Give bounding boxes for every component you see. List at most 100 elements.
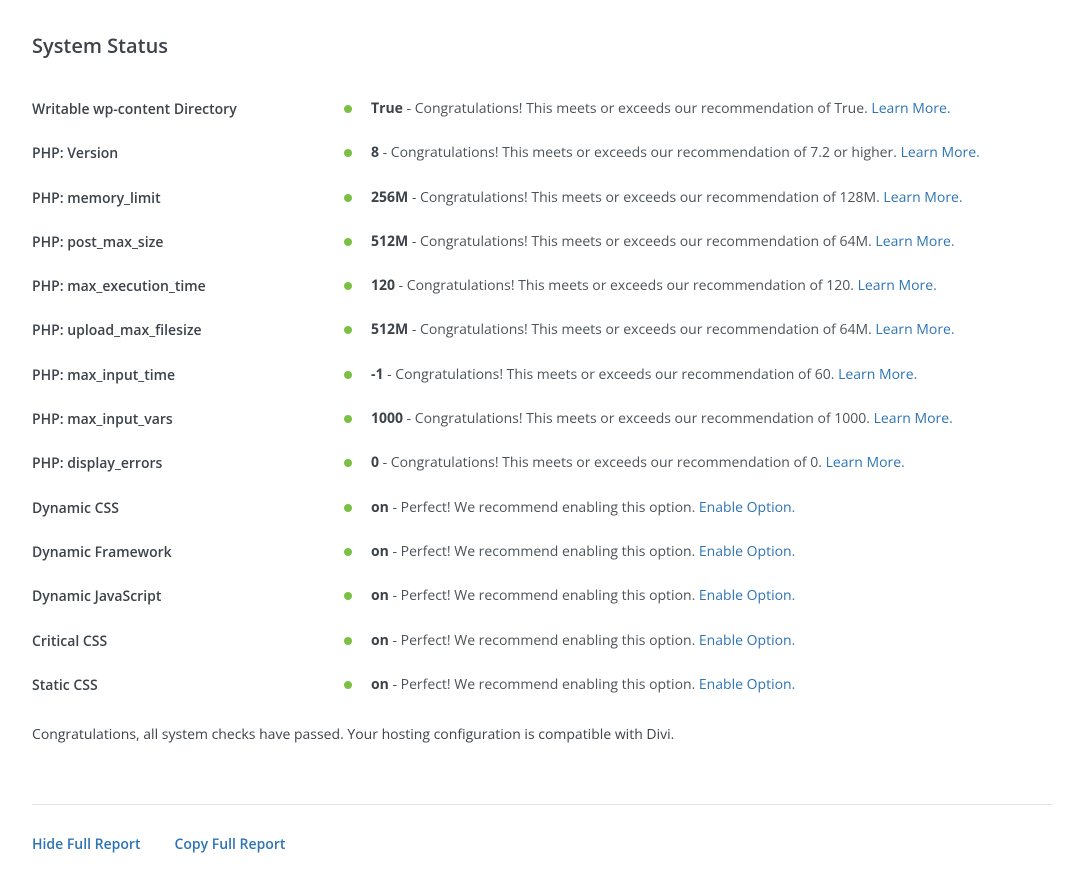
status-link[interactable]: Enable Option. [699,542,795,561]
status-message: 120 - Congratulations! This meets or exc… [371,276,1053,296]
status-label: PHP: max_execution_time [32,276,344,296]
status-row: PHP: post_max_size 512M - Congratulations… [32,232,1053,252]
status-text: - Congratulations! This meets or exceeds… [408,320,875,339]
status-message: -1 - Congratulations! This meets or exce… [371,365,1053,385]
status-link[interactable]: Learn More. [858,276,937,295]
status-label: Static CSS [32,675,344,695]
status-value: on [371,675,389,694]
status-dot-icon [344,371,352,379]
status-value: on [371,586,389,605]
status-message: 0 - Congratulations! This meets or excee… [371,453,1053,473]
status-row: Writable wp-content Directory True - Cong… [32,99,1053,119]
status-text: - Perfect! We recommend enabling this op… [389,675,699,694]
status-message: 512M - Congratulations! This meets or ex… [371,320,1053,340]
status-label: PHP: max_input_vars [32,409,344,429]
status-value: 8 [371,143,379,162]
status-dot-icon [344,194,352,202]
status-label: Dynamic CSS [32,498,344,518]
status-value: True [371,99,403,118]
status-row: Static CSS on - Perfect! We recommend ena… [32,675,1053,695]
status-message: 512M - Congratulations! This meets or ex… [371,232,1053,252]
status-value: 120 [371,276,395,295]
status-value: on [371,631,389,650]
status-list: Writable wp-content Directory True - Cong… [32,99,1053,695]
status-row: Dynamic Framework on - Perfect! We recomm… [32,542,1053,562]
status-dot-icon [344,459,352,467]
status-summary: Congratulations, all system checks have … [32,725,1053,744]
status-message: on - Perfect! We recommend enabling this… [371,675,1053,695]
status-label: PHP: upload_max_filesize [32,320,344,340]
status-link[interactable]: Learn More. [826,453,905,472]
status-dot-icon [344,326,352,334]
status-value: -1 [371,365,384,384]
status-row: PHP: upload_max_filesize 512M - Congratul… [32,320,1053,340]
status-label: PHP: memory_limit [32,188,344,208]
status-link[interactable]: Learn More. [838,365,917,384]
status-value: 512M [371,232,408,251]
status-row: PHP: max_input_time -1 - Congratulations!… [32,365,1053,385]
status-row: PHP: max_execution_time 120 - Congratulat… [32,276,1053,296]
status-text: - Perfect! We recommend enabling this op… [389,498,699,517]
status-dot-icon [344,548,352,556]
status-row: Dynamic JavaScript on - Perfect! We recom… [32,586,1053,606]
status-value: 1000 [371,409,403,428]
status-message: on - Perfect! We recommend enabling this… [371,542,1053,562]
status-dot-icon [344,238,352,246]
status-text: - Congratulations! This meets or exceeds… [408,188,883,207]
status-link[interactable]: Enable Option. [699,675,795,694]
status-row: Critical CSS on - Perfect! We recommend e… [32,631,1053,651]
status-label: PHP: post_max_size [32,232,344,252]
status-link[interactable]: Learn More. [875,232,954,251]
status-label: PHP: Version [32,143,344,163]
status-label: Writable wp-content Directory [32,99,344,119]
status-link[interactable]: Learn More. [883,188,962,207]
status-text: - Congratulations! This meets or exceeds… [379,143,901,162]
status-label: PHP: max_input_time [32,365,344,385]
status-dot-icon [344,637,352,645]
status-value: on [371,542,389,561]
status-message: on - Perfect! We recommend enabling this… [371,498,1053,518]
divider [32,804,1053,805]
status-dot-icon [344,592,352,600]
status-value: 0 [371,453,379,472]
status-link[interactable]: Learn More. [901,143,980,162]
status-row: Dynamic CSS on - Perfect! We recommend en… [32,498,1053,518]
action-links: Hide Full Report Copy Full Report [32,835,1053,854]
status-row: PHP: Version 8 - Congratulations! This me… [32,143,1053,163]
status-link[interactable]: Learn More. [875,320,954,339]
status-text: - Congratulations! This meets or exceeds… [403,409,874,428]
status-dot-icon [344,415,352,423]
copy-full-report-link[interactable]: Copy Full Report [175,835,286,854]
status-row: PHP: display_errors0 - Congratulations! … [32,453,1053,473]
status-text: - Perfect! We recommend enabling this op… [389,631,699,650]
status-value: on [371,498,389,517]
status-label: Critical CSS [32,631,344,651]
status-message: on - Perfect! We recommend enabling this… [371,586,1053,606]
status-message: True - Congratulations! This meets or ex… [371,99,1053,119]
status-text: - Perfect! We recommend enabling this op… [389,542,699,561]
status-text: - Congratulations! This meets or exceeds… [403,99,871,118]
status-text: - Perfect! We recommend enabling this op… [389,586,699,605]
status-row: PHP: max_input_vars 1000 - Congratulation… [32,409,1053,429]
status-dot-icon [344,282,352,290]
status-text: - Congratulations! This meets or exceeds… [379,453,826,472]
status-label: Dynamic JavaScript [32,586,344,606]
status-link[interactable]: Learn More. [871,99,950,118]
status-message: 1000 - Congratulations! This meets or ex… [371,409,1053,429]
status-message: 256M - Congratulations! This meets or ex… [371,188,1053,208]
status-link[interactable]: Enable Option. [699,498,795,517]
status-value: 256M [371,188,408,207]
status-dot-icon [344,149,352,157]
status-label: Dynamic Framework [32,542,344,562]
status-message: 8 - Congratulations! This meets or excee… [371,143,1053,163]
status-dot-icon [344,681,352,689]
hide-full-report-link[interactable]: Hide Full Report [32,835,141,854]
status-link[interactable]: Learn More. [874,409,953,428]
status-value: 512M [371,320,408,339]
status-link[interactable]: Enable Option. [699,631,795,650]
status-link[interactable]: Enable Option. [699,586,795,605]
status-text: - Congratulations! This meets or exceeds… [384,365,839,384]
status-message: on - Perfect! We recommend enabling this… [371,631,1053,651]
page-title: System Status [32,32,1053,59]
status-dot-icon [344,105,352,113]
